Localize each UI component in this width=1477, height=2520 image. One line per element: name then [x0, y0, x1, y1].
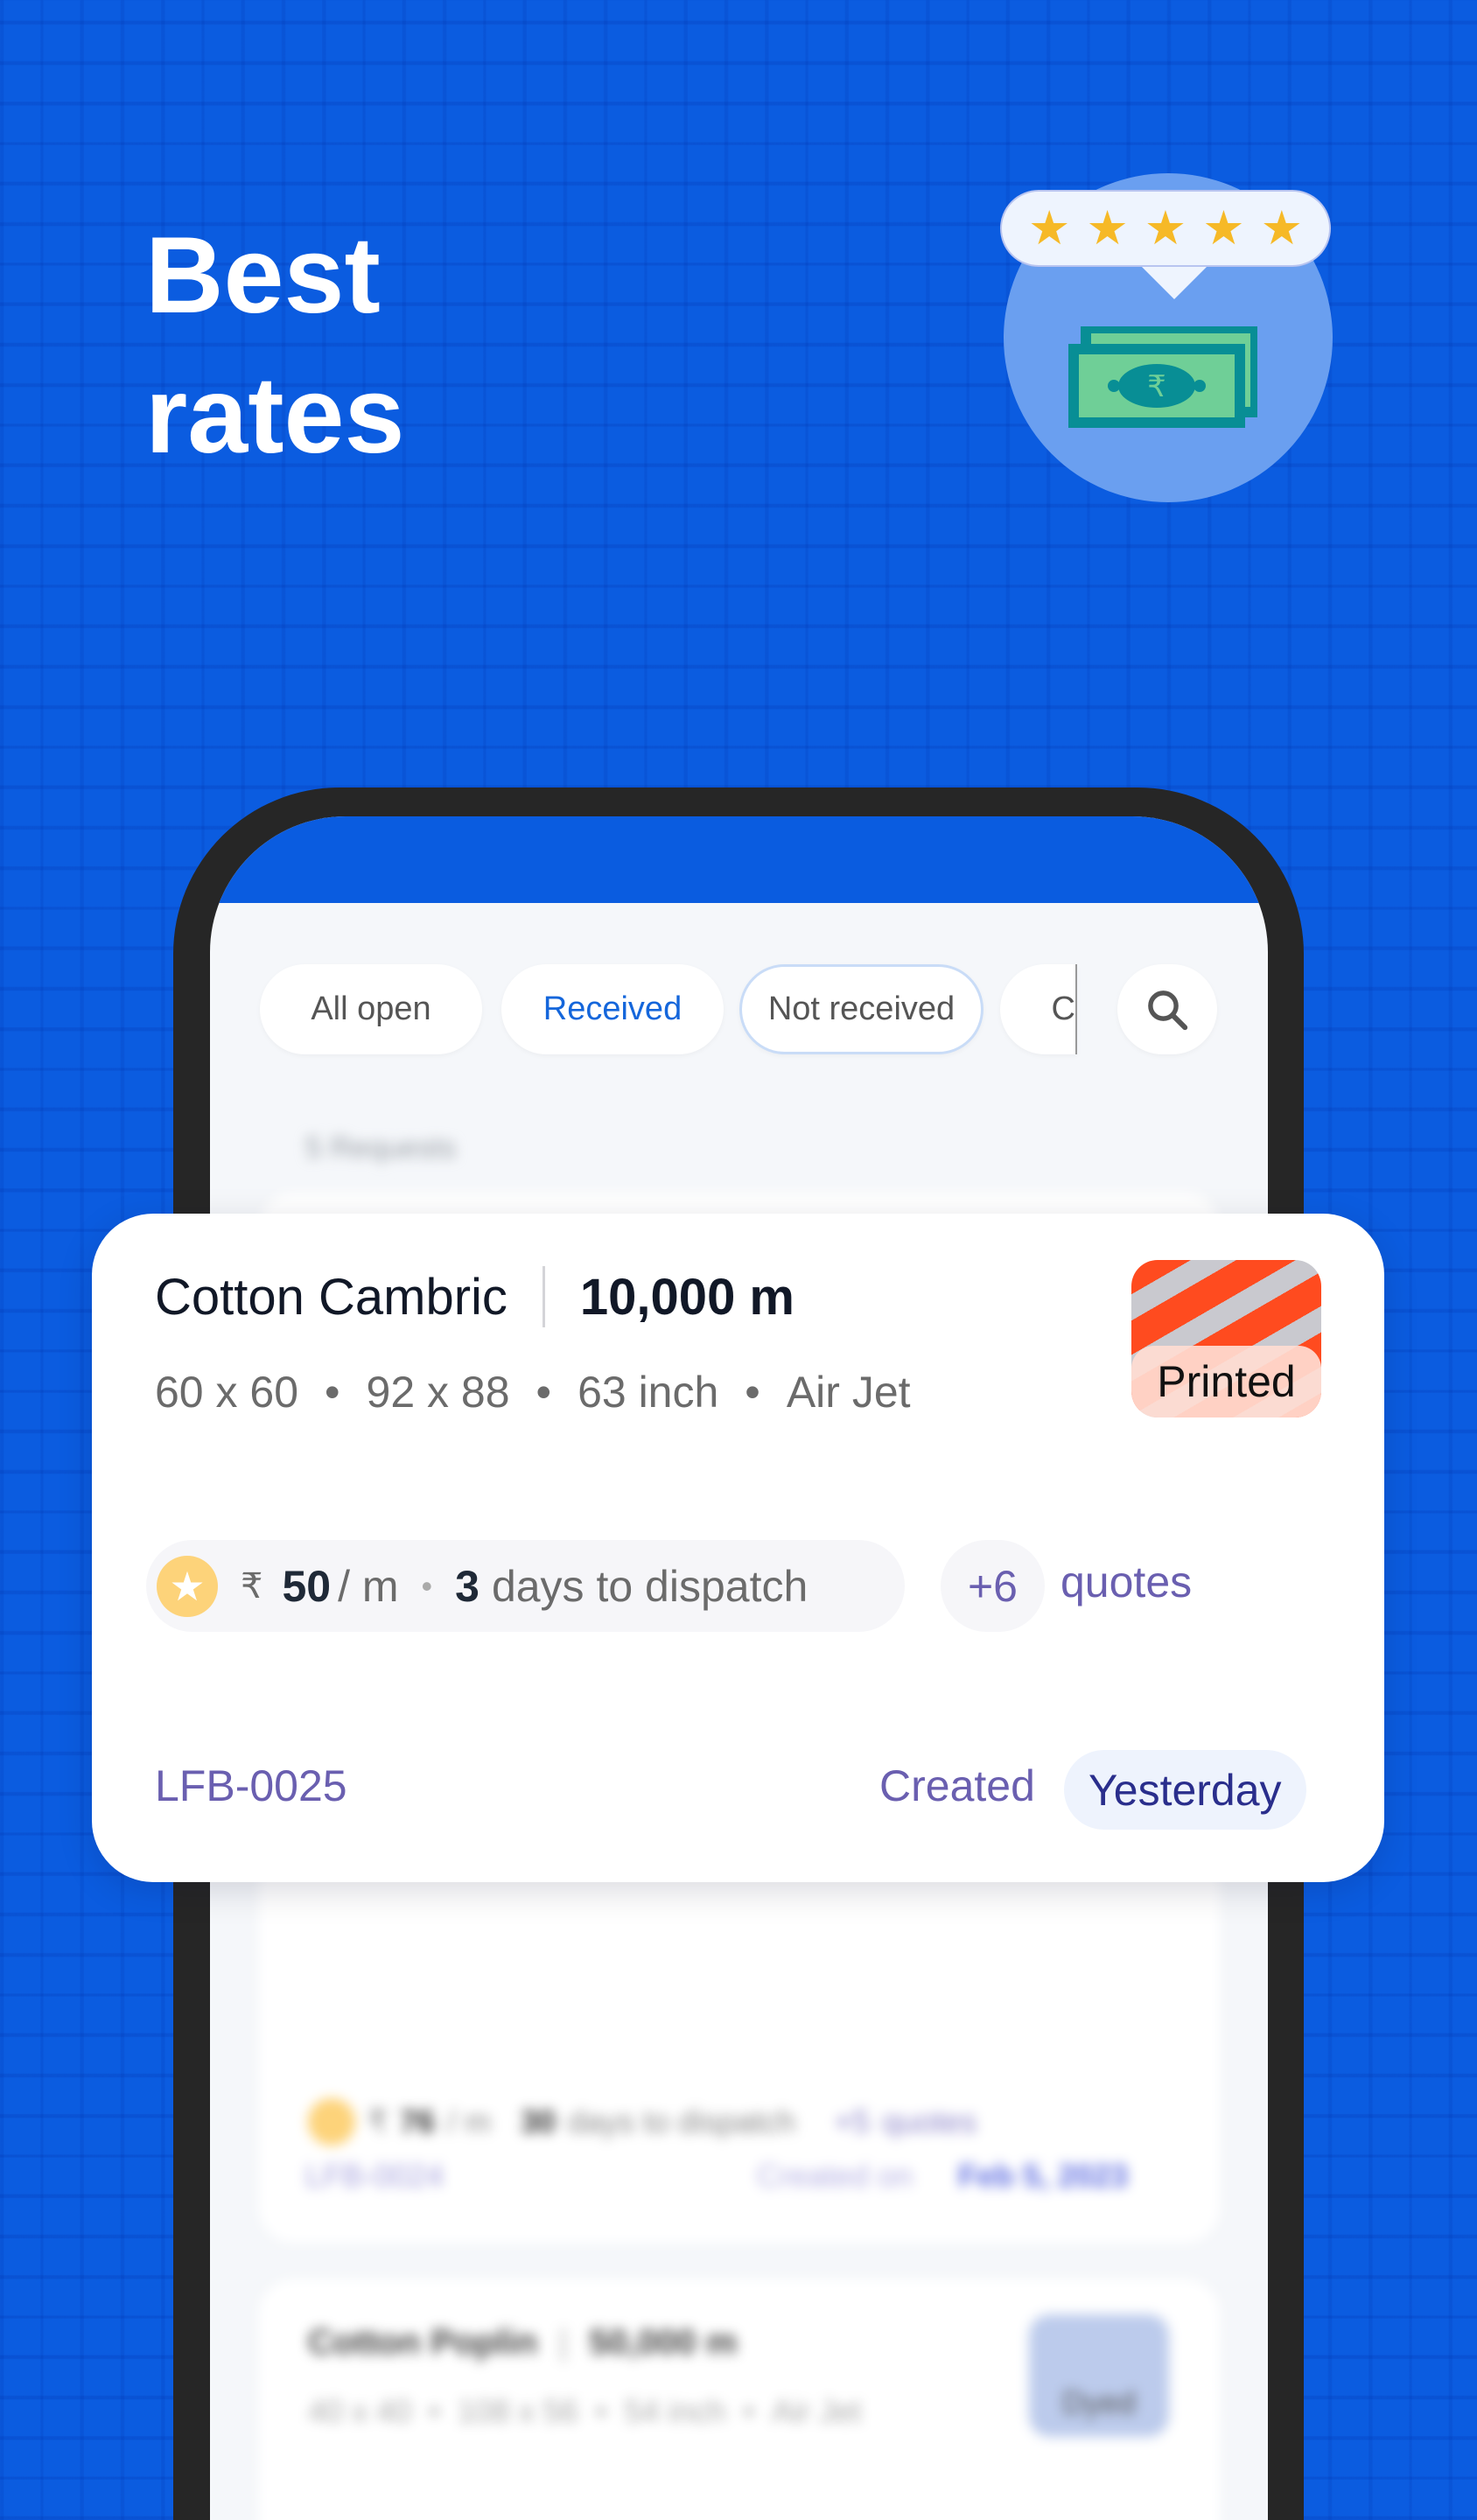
request-count: 5 Requests: [305, 1131, 456, 1165]
rating-bubble: ★ ★ ★ ★ ★: [1000, 190, 1331, 267]
quote-summary: ₹76/ m 30 days to dispatch +5 quotes: [308, 2098, 976, 2146]
spec-count: 60 x 60: [155, 1368, 299, 1417]
spec-construction: 92 x 88: [366, 1368, 510, 1417]
quotes-label: quotes: [1060, 1558, 1193, 1606]
featured-request-card[interactable]: Cotton Cambric 10,000 m 60 x 60 • 92 x 88…: [92, 1214, 1384, 1882]
fabric-name: Cotton Cambric: [155, 1268, 508, 1326]
star-badge-icon: [308, 2098, 355, 2146]
fabric-specs: 60 x 60 • 92 x 88 • 63 inch • Air Jet: [155, 1368, 911, 1417]
request-code: LFB-0024: [305, 2158, 444, 2194]
fabric-thumbnail: Printed: [1131, 1260, 1321, 1418]
quantity: 10,000 m: [579, 1268, 795, 1326]
hero-line-2: rates: [145, 355, 405, 476]
star-icon: ★: [1144, 202, 1187, 255]
request-title: Cotton Cambric 10,000 m: [155, 1266, 794, 1327]
hero-line-1: Best: [145, 215, 381, 336]
currency-symbol: ₹: [241, 1566, 263, 1606]
fabric-specs: 40 x 40 • 108 x 56 • 54 inch • Air Jet: [308, 2393, 862, 2429]
star-badge-icon: ★: [157, 1555, 218, 1617]
created-date-badge: Yesterday: [1064, 1750, 1306, 1830]
dot-separator: •: [421, 1567, 433, 1604]
request-code: LFB-0025: [155, 1761, 347, 1810]
dispatch-label: days to dispatch: [491, 1561, 808, 1611]
spec-width: 63 inch: [578, 1368, 719, 1417]
rating-bubble-tail: [1138, 262, 1211, 299]
finish-label: Dyed: [1061, 2384, 1137, 2420]
star-icon: ★: [1027, 202, 1071, 255]
spec-loom: Air Jet: [786, 1368, 911, 1417]
finish-label: Printed: [1131, 1346, 1321, 1418]
price-unit: / m: [338, 1561, 399, 1611]
created-label: Created on: [757, 2158, 914, 2194]
created-label: Created: [879, 1761, 1035, 1810]
request-card[interactable]: Cotton Poplin | 50,000 m 40 x 40 • 108 x 56 •…: [259, 2279, 1220, 2520]
quantity: 50,000 m: [589, 2323, 738, 2362]
price: 50: [282, 1561, 332, 1611]
dispatch-days: 3: [455, 1561, 480, 1611]
rupee-cash-icon: ₹: [1068, 326, 1257, 428]
extra-quotes-count[interactable]: +6: [941, 1540, 1045, 1632]
hero-heading: Best rates: [145, 206, 404, 486]
star-icon: ★: [1260, 202, 1304, 255]
rupee-symbol: ₹: [1147, 369, 1166, 404]
star-icon: ★: [1202, 202, 1245, 255]
created-date: Feb 5, 2023: [958, 2158, 1129, 2194]
fabric-name: Cotton Poplin: [308, 2323, 538, 2362]
divider: [542, 1266, 545, 1327]
star-icon: ★: [1086, 202, 1129, 255]
best-quote-pill[interactable]: ★ ₹ 50 / m • 3 days to dispatch: [146, 1540, 905, 1632]
